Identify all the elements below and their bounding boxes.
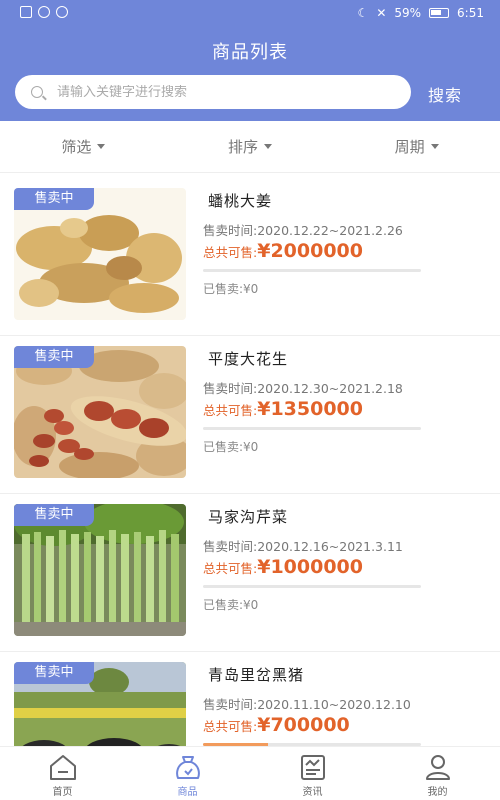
tab-news[interactable]: 资讯 — [250, 747, 375, 800]
clock: 6:51 — [457, 6, 484, 20]
sort-label: 排序 — [228, 138, 259, 156]
wifi-icon — [38, 6, 50, 18]
sold-amount: 已售卖:¥0 — [203, 282, 259, 296]
sold-amount: 已售卖:¥0 — [203, 598, 259, 612]
product-name: 平度大花生 — [208, 350, 289, 368]
battery-icon — [429, 8, 450, 18]
tab-home[interactable]: 首页 — [0, 747, 125, 800]
period-label: 周期 — [394, 138, 425, 156]
caret-down-icon — [264, 144, 273, 149]
total-available: 总共可售:¥2000000 — [203, 240, 363, 262]
caret-down-icon — [97, 144, 106, 149]
search-box[interactable] — [15, 75, 411, 109]
tab-products[interactable]: 商品 — [125, 747, 250, 800]
user-icon — [425, 755, 450, 780]
total-amount: ¥700000 — [257, 714, 350, 736]
filter-label: 筛选 — [61, 138, 92, 156]
news-icon — [300, 755, 325, 780]
caret-down-icon — [430, 144, 439, 149]
sales-progress-bar — [203, 427, 421, 430]
sold-amount: 已售卖:¥0 — [203, 440, 259, 454]
sort-dropdown[interactable]: 排序 — [167, 121, 334, 172]
filter-dropdown[interactable]: 筛选 — [0, 121, 167, 172]
sale-period: 售卖时间:2020.12.30~2021.2.18 — [203, 381, 403, 396]
total-label: 总共可售: — [203, 719, 258, 734]
search-button[interactable]: 搜索 — [428, 82, 462, 106]
product-name: 马家沟芹菜 — [208, 508, 289, 526]
sim-icon — [20, 6, 32, 18]
tab-label: 我的 — [427, 787, 448, 798]
home-icon — [49, 755, 76, 780]
total-amount: ¥1000000 — [257, 556, 363, 578]
product-image-ginger: 售卖中 — [14, 188, 186, 320]
bottom-tab-bar: 首页 商品 资讯 我的 — [0, 746, 500, 800]
period-dropdown[interactable]: 周期 — [333, 121, 500, 172]
tab-label: 首页 — [52, 787, 73, 798]
total-available: 总共可售:¥1000000 — [203, 556, 363, 578]
app-header: ☾ ✕ 59% 6:51 商品列表 搜索 — [0, 0, 500, 121]
sales-progress-bar — [203, 269, 421, 272]
product-name: 青岛里岔黑猪 — [208, 666, 305, 684]
total-amount: ¥1350000 — [257, 398, 363, 420]
total-label: 总共可售: — [203, 245, 258, 260]
filter-bar: 筛选 排序 周期 — [0, 121, 500, 173]
product-image-celery: 售卖中 — [14, 504, 186, 636]
status-badge: 售卖中 — [14, 662, 94, 684]
status-icons-right: ☾ ✕ 59% 6:51 — [358, 6, 484, 20]
status-bar: ☾ ✕ 59% 6:51 — [0, 0, 500, 28]
search-input[interactable] — [57, 84, 377, 100]
tab-label: 商品 — [177, 787, 198, 798]
cloud-icon — [56, 6, 68, 18]
product-card[interactable]: 售卖中 平度大花生 售卖时间:2020.12.30~2021.2.18 总共可售… — [0, 336, 500, 494]
search-icon — [31, 86, 43, 98]
total-label: 总共可售: — [203, 403, 258, 418]
total-amount: ¥2000000 — [257, 240, 363, 262]
moon-icon: ☾ — [357, 6, 369, 20]
mute-icon: ✕ — [376, 6, 387, 20]
total-available: 总共可售:¥1350000 — [203, 398, 363, 420]
tab-mine[interactable]: 我的 — [375, 747, 500, 800]
product-image-peanut: 售卖中 — [14, 346, 186, 478]
product-name: 蟠桃大姜 — [208, 192, 273, 210]
status-badge: 售卖中 — [14, 504, 94, 526]
status-badge: 售卖中 — [14, 188, 94, 210]
battery-percent: 59% — [394, 6, 422, 20]
sale-period: 售卖时间:2020.12.22~2021.2.26 — [203, 223, 403, 238]
total-available: 总共可售:¥700000 — [203, 714, 350, 736]
sale-period: 售卖时间:2020.11.10~2020.12.10 — [203, 697, 411, 712]
page-title: 商品列表 — [212, 42, 288, 63]
bag-icon — [175, 756, 200, 779]
sales-progress-bar — [203, 585, 421, 588]
tab-label: 资讯 — [302, 787, 323, 798]
sale-period: 售卖时间:2020.12.16~2021.3.11 — [203, 539, 403, 554]
total-label: 总共可售: — [203, 561, 258, 576]
product-card[interactable]: 售卖中 马家沟芹菜 售卖时间:2020.12.16~2021.3.11 总共可售… — [0, 494, 500, 652]
status-icons-left — [20, 6, 68, 18]
status-badge: 售卖中 — [14, 346, 94, 368]
product-card[interactable]: 售卖中 蟠桃大姜 售卖时间:2020.12.22~2021.2.26 总共可售:… — [0, 178, 500, 336]
